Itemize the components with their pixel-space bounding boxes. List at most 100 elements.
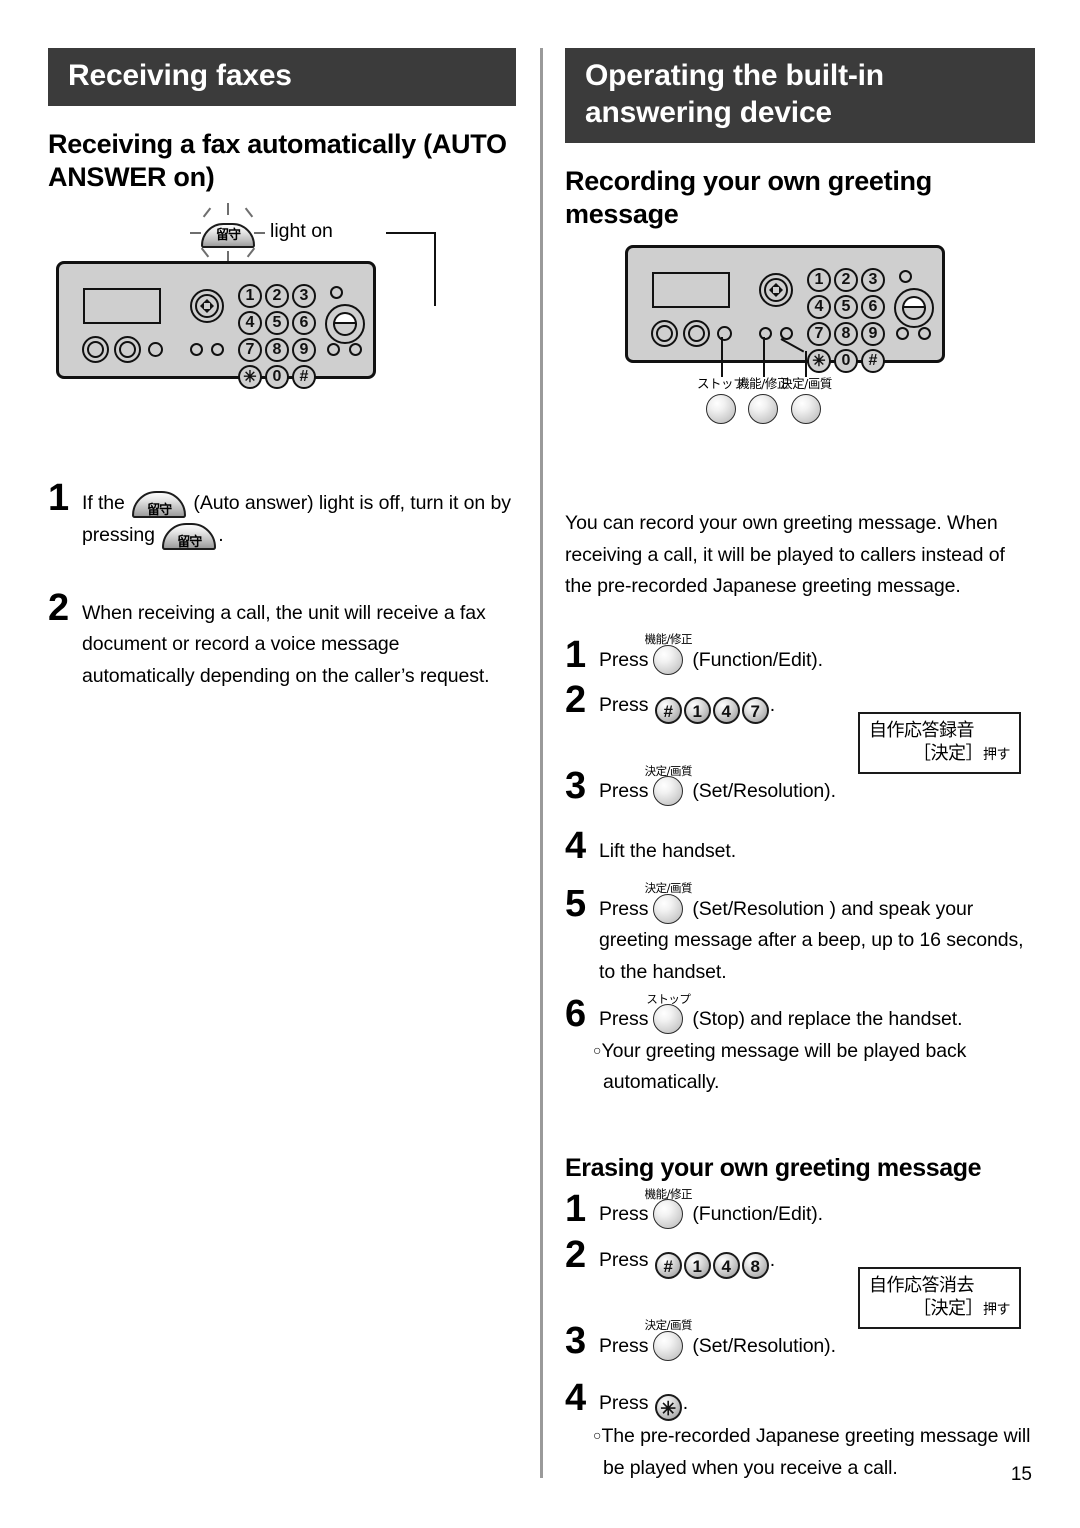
right-section-heading: Recording your own greeting message <box>565 166 932 230</box>
keypad-key: 5 <box>834 295 858 320</box>
panel-knob-1 <box>82 336 109 364</box>
keypad-key-7: 7 <box>741 697 769 725</box>
light-on-callout-label: light on <box>270 220 333 243</box>
keypad-key: 7 <box>238 338 262 363</box>
keypad-key: 0 <box>265 365 289 390</box>
panel-small-button-3 <box>211 343 224 357</box>
press-word: Press <box>599 648 649 671</box>
stop-button-icon: ストップ <box>646 993 691 1035</box>
press-word: Press <box>599 897 649 920</box>
press-word: Press <box>599 1008 649 1031</box>
keypad-key: 3 <box>292 284 316 309</box>
keypad-key: 2 <box>834 268 858 293</box>
volume-rocker-icon <box>894 288 934 329</box>
left-section-heading: Receiving a fax automatically (AUTO ANSW… <box>48 128 507 192</box>
volume-rocker-icon <box>325 304 365 345</box>
record-step-1-label: (Function/Edit). <box>692 648 823 671</box>
keypad-key: 7 <box>807 322 831 347</box>
set-resolution-button-icon: 決定/画質 <box>645 765 693 807</box>
keypad-key-4: 4 <box>712 697 740 725</box>
erase-step-4-note: ○The pre-recorded Japanese greeting mess… <box>593 1425 1031 1479</box>
record-step-6-label: (Stop) and replace the handset. <box>692 1008 963 1031</box>
left-step-1-text-a: If the <box>82 492 125 515</box>
erase-step-3: 3 Press 決定/画質 (Set/Resolution). <box>565 1318 836 1362</box>
fax-control-panel: 1 2 3 4 5 6 7 8 9 ✳ 0 # <box>56 261 376 390</box>
manual-page: Receiving faxes Receiving a fax automati… <box>0 0 1080 1528</box>
record-step-1: 1 Press 機能/修正 (Function/Edit). <box>565 632 823 676</box>
panel-knob-2 <box>114 336 141 364</box>
set-resolution-button-icon: 決定/画質 <box>645 1320 693 1361</box>
left-step-1: 1 If the 留守 (Auto answer) light is off, … <box>48 477 511 551</box>
panel-small-button-5 <box>918 327 931 341</box>
recording-intro-paragraph: You can record your own greeting message… <box>565 512 1005 598</box>
erase-step-3-label: (Set/Resolution). <box>692 1334 836 1357</box>
column-divider <box>540 48 543 1478</box>
keypad-key: # <box>292 365 316 390</box>
panel-small-button-4 <box>896 327 909 341</box>
record-step-6-note: ○Your greeting message will be played ba… <box>593 1039 967 1094</box>
keypad-key: 6 <box>861 295 885 320</box>
keypad-key-hash: # <box>654 1251 682 1279</box>
auto-answer-indicator-lit: 留守 <box>190 203 265 264</box>
keypad-key: 5 <box>265 311 289 336</box>
function-edit-button-on-panel <box>759 327 772 341</box>
left-section-banner: Receiving faxes <box>48 48 516 106</box>
press-word: Press <box>599 1203 649 1225</box>
fax-panel-illustration-right: 1 2 3 4 5 6 7 8 9 ✳ 0 # ストップ 機能/修正 決定/画質 <box>565 245 1035 450</box>
erase-section-heading: Erasing your own greeting message <box>565 1154 982 1182</box>
keypad-key: 1 <box>238 284 262 309</box>
set-resolution-button-icon <box>791 393 821 424</box>
fax-panel-illustration-left: 留守 light on 1 2 3 4 5 6 7 8 9 ✳ 0 # <box>48 203 516 406</box>
erase-step-1-label: (Function/Edit). <box>692 1203 823 1225</box>
record-step-6: 6 Press ストップ (Stop) and replace the handse… <box>565 993 1035 1099</box>
numeric-keypad: 1 2 3 4 5 6 7 8 9 ✳ 0 # <box>238 284 316 390</box>
panel-knob-2 <box>683 320 710 348</box>
panel-small-button-5 <box>349 343 362 357</box>
panel-small-button-1 <box>148 342 163 358</box>
right-section-banner: Operating the built-in answering device <box>565 48 1035 144</box>
function-edit-button-icon: 機能/修正 <box>645 1188 693 1229</box>
keypad-key-8: 8 <box>741 1251 769 1279</box>
keypad-key: ✳ <box>238 365 262 390</box>
keypad-key-4: 4 <box>712 1251 740 1279</box>
lcd-display-record: 自作応答録音 ［決定］押す <box>858 712 1021 775</box>
function-edit-button-icon <box>748 393 778 424</box>
keypad-key-1: 1 <box>683 1251 711 1279</box>
auto-answer-button-icon: 留守 <box>132 491 187 519</box>
panel-small-button-2 <box>190 343 203 357</box>
keypad-key: 6 <box>292 311 316 336</box>
callout-set-resolution-button: 決定/画質 <box>775 377 837 424</box>
keypad-key: 9 <box>292 338 316 363</box>
panel-knob-1 <box>651 320 678 348</box>
record-step-5: 5 Press 決定/画質 (Set/Resolution ) and speak … <box>565 881 1024 983</box>
erase-step-1: 1 Press 機能/修正 (Function/Edit). <box>565 1186 823 1230</box>
record-step-3: 3 Press 決定/画質 (Set/Resolution). <box>565 763 836 808</box>
keypad-key: 9 <box>861 322 885 347</box>
record-step-4: 4 Lift the handset. <box>565 824 737 867</box>
page-number: 15 <box>1010 1464 1032 1485</box>
left-step-2-text: When receiving a call, the unit will rec… <box>82 601 490 687</box>
press-word: Press <box>599 1392 649 1415</box>
left-column: Receiving faxes Receiving a fax automati… <box>48 48 516 692</box>
status-led-icon <box>899 270 912 284</box>
panel-small-button-4 <box>327 343 340 357</box>
right-column: Operating the built-in answering device … <box>565 48 1035 1484</box>
stop-button-on-panel <box>717 326 732 342</box>
keypad-key: 3 <box>861 268 885 293</box>
keypad-key: 2 <box>265 284 289 309</box>
press-word: Press <box>599 1248 649 1271</box>
keypad-key-star: ✳ <box>654 1394 682 1422</box>
press-word: Press <box>599 1334 649 1357</box>
navigation-pad-icon <box>759 273 793 308</box>
keypad-key-1: 1 <box>683 697 711 725</box>
left-step-2: 2 When receiving a call, the unit will r… <box>48 586 490 687</box>
navigation-pad-icon <box>190 289 224 324</box>
left-step-1-period: . <box>218 524 224 547</box>
erase-step-4: 4 Press ✳. ○The pre-recorded Japanese gr… <box>565 1379 1035 1484</box>
numeric-keypad: 1 2 3 4 5 6 7 8 9 ✳ 0 # <box>807 268 885 374</box>
keypad-key-hash: # <box>654 697 682 725</box>
keypad-key: 4 <box>807 295 831 320</box>
lcd-screen <box>652 272 730 309</box>
keypad-key: 4 <box>238 311 262 336</box>
set-resolution-button-icon: 決定/画質 <box>645 883 693 924</box>
